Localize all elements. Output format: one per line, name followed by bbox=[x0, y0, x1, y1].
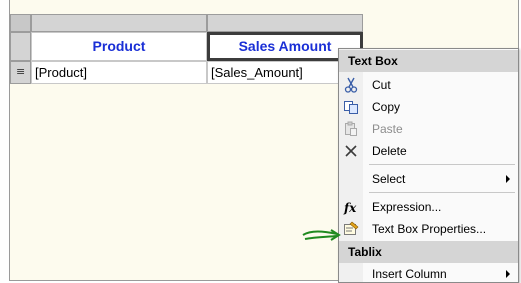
report-designer-canvas: ≡ Product Sales Amount [Product] [Sales_… bbox=[0, 0, 521, 283]
tablix-corner-handle[interactable] bbox=[10, 14, 31, 32]
menu-section-header-tablix: Tablix bbox=[339, 241, 518, 263]
header-cell-product[interactable]: Product bbox=[31, 32, 207, 61]
scissors-icon bbox=[343, 77, 359, 93]
delete-x-icon bbox=[343, 143, 359, 159]
row-handle-detail[interactable]: ≡ bbox=[10, 61, 31, 84]
submenu-arrow-icon bbox=[506, 175, 510, 183]
svg-text:fx: fx bbox=[343, 201, 357, 215]
submenu-arrow-icon bbox=[506, 270, 510, 278]
menu-separator bbox=[369, 164, 515, 165]
menu-item-copy[interactable]: Copy bbox=[339, 96, 518, 118]
column-handle-sales-amount[interactable] bbox=[207, 14, 363, 32]
menu-item-label: Select bbox=[372, 172, 406, 186]
menu-item-select[interactable]: Select bbox=[339, 168, 518, 190]
menu-item-text-box-properties[interactable]: Text Box Properties... bbox=[339, 218, 518, 240]
row-handle-header[interactable] bbox=[10, 32, 31, 61]
menu-item-label: Insert Column bbox=[372, 267, 447, 281]
menu-item-label: Expression... bbox=[372, 200, 442, 214]
column-handle-product[interactable] bbox=[31, 14, 207, 32]
context-menu: Text Box Cut Copy Paste Delete Select fx… bbox=[338, 48, 519, 283]
menu-separator bbox=[369, 192, 515, 193]
menu-item-delete[interactable]: Delete bbox=[339, 140, 518, 162]
menu-item-label: Text Box Properties... bbox=[372, 222, 487, 236]
properties-icon bbox=[343, 221, 359, 237]
menu-item-label: Delete bbox=[372, 144, 407, 158]
menu-item-expression[interactable]: fx Expression... bbox=[339, 196, 518, 218]
row-group-icon: ≡ bbox=[16, 65, 26, 78]
menu-item-label: Copy bbox=[372, 100, 401, 114]
copy-icon bbox=[343, 99, 359, 115]
menu-section-header-text-box: Text Box bbox=[339, 50, 518, 72]
menu-item-label: Cut bbox=[372, 78, 391, 92]
detail-cell-product[interactable]: [Product] bbox=[31, 61, 207, 84]
menu-item-label: Paste bbox=[372, 122, 403, 136]
annotation-arrow-icon bbox=[302, 229, 341, 241]
menu-item-paste[interactable]: Paste bbox=[339, 118, 518, 140]
menu-item-cut[interactable]: Cut bbox=[339, 74, 518, 96]
paste-icon bbox=[343, 121, 359, 137]
menu-item-insert-column[interactable]: Insert Column bbox=[339, 263, 518, 282]
fx-icon: fx bbox=[343, 199, 359, 215]
